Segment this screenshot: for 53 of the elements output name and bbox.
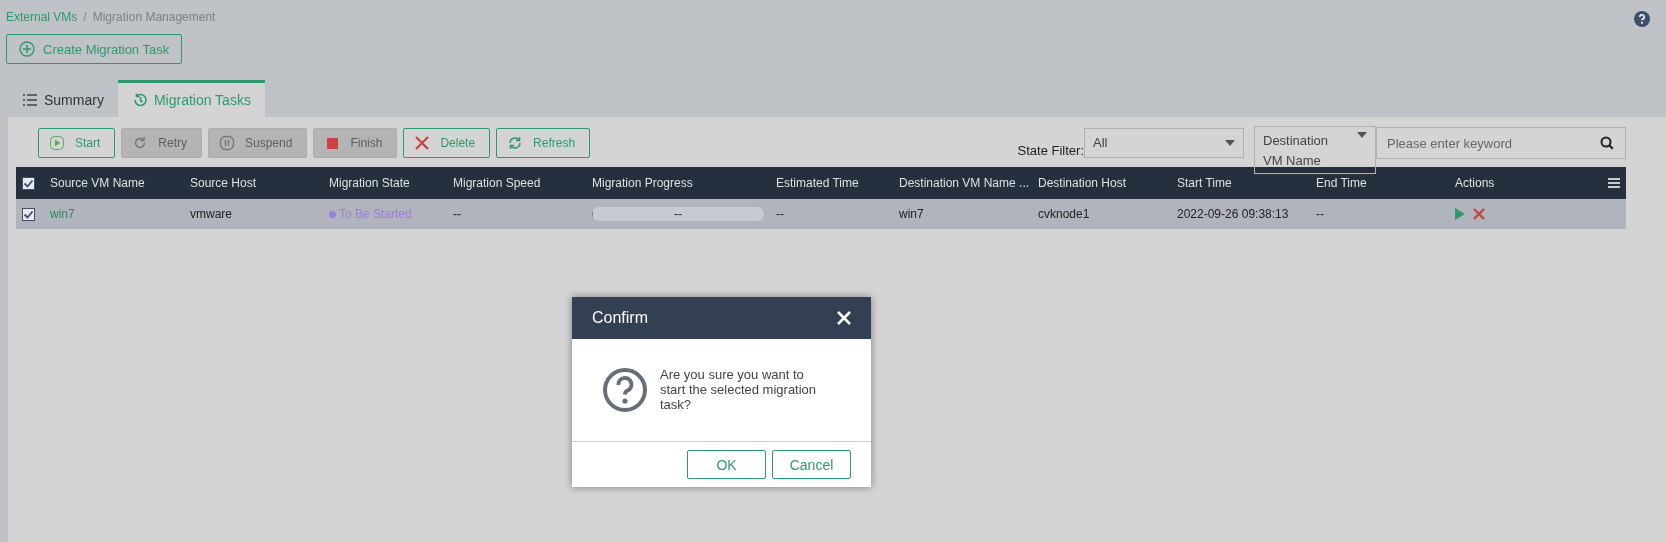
question-icon [602, 367, 648, 413]
dialog-button[interactable]: OK [687, 450, 766, 479]
breadcrumb-current: Migration Management [92, 10, 216, 24]
search-icon[interactable] [1600, 136, 1614, 150]
toolbar-button[interactable]: Delete [403, 128, 491, 158]
column-header: Migration State [329, 176, 411, 190]
column-header: Migration Speed [453, 176, 542, 190]
stop-icon [324, 135, 341, 151]
search-field[interactable]: Please enter keyword [1376, 127, 1626, 159]
column-header: Estimated Time [776, 176, 860, 190]
pause-icon [219, 135, 235, 151]
tab[interactable]: Summary [8, 80, 118, 117]
state-filter-label: State Filter: [1017, 142, 1084, 158]
state-filter-dropdown[interactable]: All [1084, 128, 1244, 158]
table-cell-text: -- [1316, 207, 1325, 221]
breadcrumb-separator: / [83, 10, 87, 24]
refresh-icon [507, 135, 524, 151]
row-checkbox[interactable] [22, 207, 35, 221]
close-icon [414, 135, 431, 151]
caret-icon [1225, 140, 1235, 146]
help-icon[interactable] [1634, 11, 1650, 27]
column-header: Migration Progress [592, 176, 694, 190]
column-header: Actions [1455, 176, 1496, 190]
table-cell-text: 2022-09-26 09:38:13 [1177, 207, 1290, 221]
column-header: End Time [1316, 176, 1368, 190]
history-icon [131, 92, 148, 108]
dialog-title: Confirm [592, 309, 648, 327]
toolbar-button[interactable]: Start [38, 128, 116, 158]
play-icon [49, 135, 65, 151]
table-cell-text: vmware [190, 207, 233, 221]
column-header: Source VM Name [50, 176, 146, 190]
tab[interactable]: Migration Tasks [117, 80, 265, 117]
table-cell-text: -- [776, 207, 785, 221]
plus-icon [19, 41, 35, 57]
table-cell-text: -- [453, 207, 462, 221]
progress-reading: -- [674, 207, 682, 221]
table-cell-text: win7 [899, 207, 925, 221]
column-header: Destination VM Name ... [899, 176, 1031, 190]
table-cell-text: cvknode1 [1038, 207, 1091, 221]
dialog-message: Are you sure you want to start the selected migration task? [660, 367, 818, 412]
search-field-dropdown[interactable]: Destination VM Name [1254, 126, 1376, 174]
column-header: Start Time [1177, 176, 1233, 190]
column-header: Source Host [190, 176, 258, 190]
table-cell[interactable]: win7 [50, 207, 190, 221]
toolbar-button[interactable]: Refresh [496, 128, 591, 158]
list-icon [22, 92, 38, 108]
caret-icon [1357, 132, 1367, 138]
menu-icon[interactable] [1608, 178, 1620, 188]
column-header: Destination Host [1038, 176, 1128, 190]
create-migration-task-button[interactable]: Create Migration Task [6, 34, 183, 64]
breadcrumb-link[interactable]: External VMs [6, 10, 78, 24]
dialog-button[interactable]: Cancel [772, 450, 851, 479]
select-all-checkbox[interactable] [22, 176, 35, 190]
